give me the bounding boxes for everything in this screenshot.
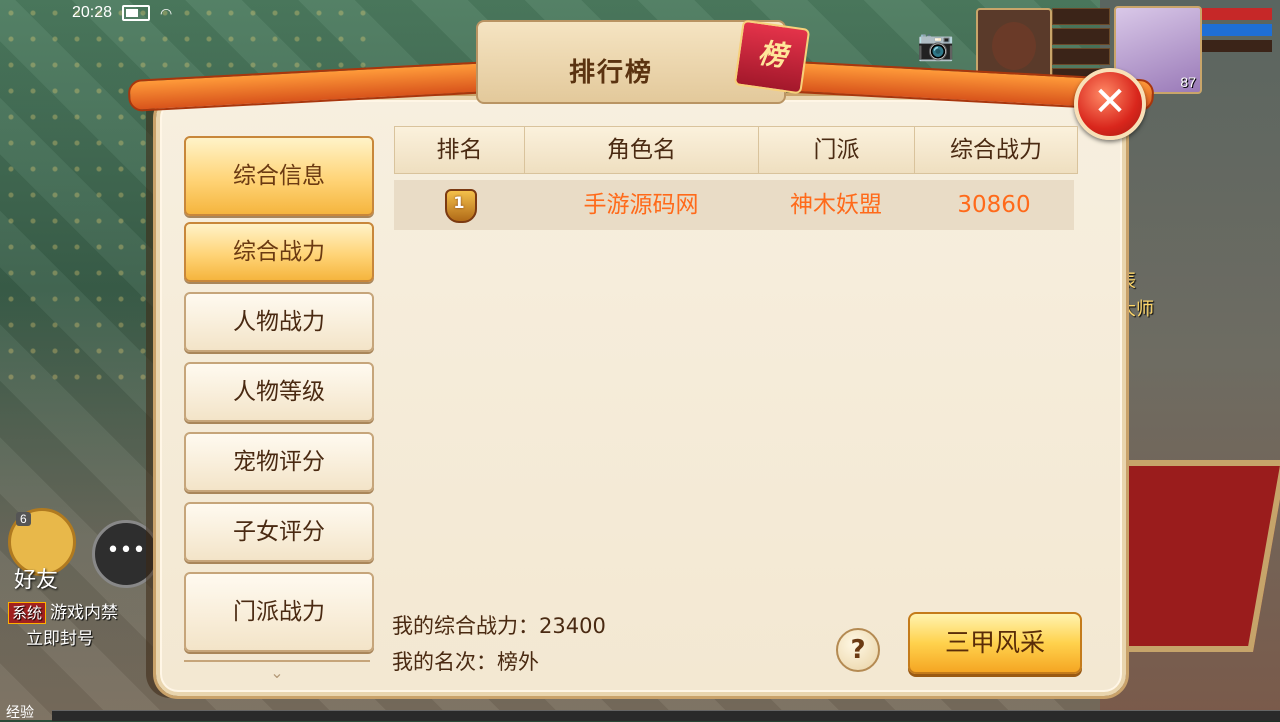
table-row[interactable]: 1 手游源码网 神木妖盟 30860 — [394, 180, 1074, 230]
title-seal: 榜 — [733, 19, 811, 95]
role-name-cell: 手游源码网 — [583, 192, 699, 218]
ranking-table-header: 排名 角色名 门派 综合战力 — [394, 126, 1078, 174]
tab-overall-power[interactable]: 综合战力 — [184, 222, 374, 282]
mp-bar — [1202, 24, 1272, 36]
panel-title: 排行榜 — [568, 58, 653, 88]
power-cell: 30860 — [957, 192, 1031, 218]
rank-number: 1 — [453, 193, 465, 212]
tab-character-power[interactable]: 人物战力 — [184, 292, 374, 352]
extra-bar — [1202, 40, 1272, 52]
tab-school-power[interactable]: 门派战力 — [184, 572, 374, 652]
device-status-bar: 20:28 ◠ — [72, 4, 172, 22]
chevron-down-icon[interactable]: ⌄ — [184, 660, 370, 682]
column-header-school: 门派 — [759, 127, 915, 173]
exp-bar — [52, 710, 1280, 721]
hp-bar — [1202, 8, 1272, 20]
camera-icon[interactable]: 📷 — [912, 26, 960, 66]
system-message-line2: 立即封号 — [26, 629, 94, 649]
rank-medal-icon: 1 — [441, 185, 477, 225]
system-message[interactable]: 系统 游戏内禁 — [8, 598, 119, 624]
help-button[interactable]: ? — [836, 628, 880, 672]
hero-level: 87 — [1180, 74, 1196, 90]
hero-status-bars — [1202, 8, 1272, 56]
my-rank-text: 我的名次：榜外 — [392, 650, 539, 674]
column-header-power: 综合战力 — [950, 137, 1042, 163]
column-header-name: 角色名 — [525, 127, 759, 173]
tab-character-level[interactable]: 人物等级 — [184, 362, 374, 422]
tab-pet-score[interactable]: 宠物评分 — [184, 432, 374, 492]
school-cell: 神木妖盟 — [790, 192, 882, 218]
tab-overview[interactable]: 综合信息 — [184, 136, 374, 216]
close-button[interactable]: ✕ — [1074, 68, 1146, 140]
rank-cell: 1 — [394, 180, 524, 230]
close-icon: ✕ — [1093, 79, 1127, 125]
friend-label[interactable]: 好友 — [14, 562, 58, 594]
top-three-button[interactable]: 三甲风采 — [908, 612, 1082, 674]
friend-count-badge: 6 — [16, 512, 31, 526]
system-message-text: 游戏内禁 — [50, 603, 119, 623]
wifi-icon: ◠ — [160, 4, 173, 21]
tab-children-score[interactable]: 子女评分 — [184, 502, 374, 562]
my-power-text: 我的综合战力：23400 — [392, 614, 606, 638]
clock: 20:28 — [72, 4, 113, 21]
exp-label: 经验 — [6, 705, 34, 721]
system-tag: 系统 — [8, 602, 47, 624]
battery-icon — [122, 5, 151, 21]
column-header-rank: 排名 — [395, 127, 525, 173]
